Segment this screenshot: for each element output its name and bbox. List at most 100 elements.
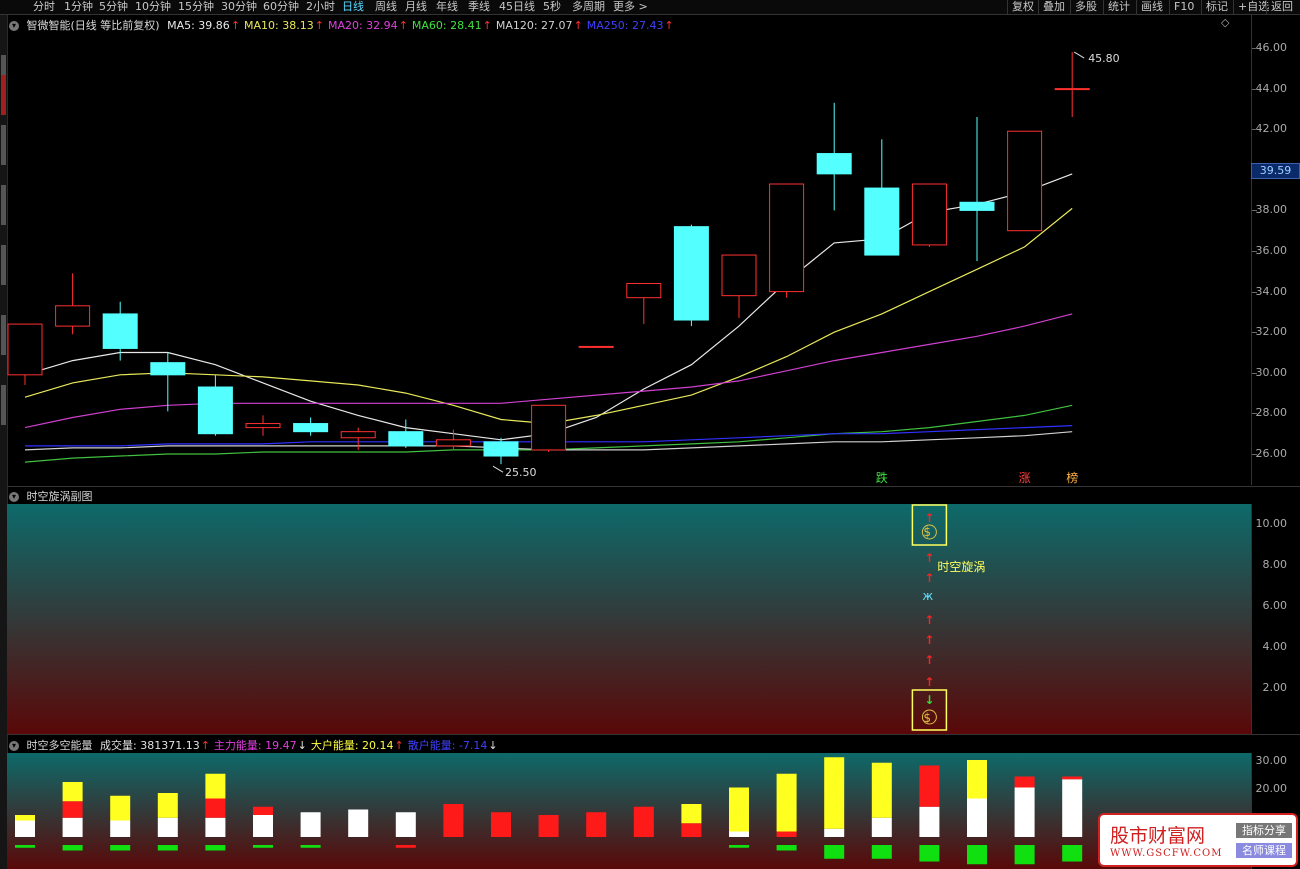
energy-bar-green: [824, 845, 845, 859]
tab-1[interactable]: 1分钟: [64, 0, 93, 14]
sub1-axis-label: 2.00: [1262, 681, 1288, 694]
tab-10[interactable]: 月线: [405, 0, 427, 14]
tab-3[interactable]: 10分钟: [135, 0, 171, 14]
energy-bar-green: [253, 845, 273, 848]
toolbar-right-1[interactable]: 叠加: [1038, 0, 1065, 14]
sub1-axis-label: 4.00: [1262, 640, 1288, 653]
chevron-down-icon[interactable]: ▾: [9, 741, 19, 751]
candle[interactable]: [959, 117, 995, 262]
toolbar-right-3[interactable]: 统计: [1103, 0, 1130, 14]
tab-14[interactable]: 5秒: [543, 0, 561, 14]
price-axis-label: 26.00: [1255, 447, 1288, 460]
energy-bar-white: [967, 798, 987, 837]
energy-bar-yellow: [681, 804, 702, 824]
candle[interactable]: [245, 415, 281, 436]
candle[interactable]: [340, 427, 376, 450]
toolbar-right-0[interactable]: 复权: [1007, 0, 1034, 14]
toolbar-right-6[interactable]: 标记: [1201, 0, 1228, 14]
energy-bar-green: [205, 845, 226, 851]
strip-tab[interactable]: [1, 185, 6, 225]
up-arrow-icon: ↑: [924, 551, 934, 565]
tab-7[interactable]: 2小时: [306, 0, 335, 14]
candle[interactable]: [197, 374, 233, 436]
energy-bar-green: [157, 845, 178, 851]
candle[interactable]: [864, 139, 900, 256]
toolbar-right-8[interactable]: 返回: [1266, 0, 1293, 14]
candle-body: [959, 201, 995, 211]
tab-13[interactable]: 45日线: [499, 0, 535, 14]
energy-bar-white: [253, 815, 273, 837]
energy-bar-yellow: [157, 793, 178, 818]
energy-bar-yellow: [15, 815, 35, 821]
tab-9[interactable]: 周线: [375, 0, 397, 14]
toolbar-right-2[interactable]: 多股: [1070, 0, 1097, 14]
candle[interactable]: [7, 323, 43, 385]
energy-bar-white: [110, 820, 131, 837]
tab-16[interactable]: 更多 >: [613, 0, 648, 14]
candle[interactable]: [531, 404, 567, 452]
candle-body: [55, 305, 91, 327]
energy-arrow-icon: ↑: [394, 739, 404, 752]
tab-0[interactable]: 分时: [33, 0, 55, 14]
candle[interactable]: [721, 254, 757, 318]
axis-tick: [1252, 372, 1257, 374]
candle[interactable]: [673, 224, 709, 327]
candle-body: [626, 282, 662, 299]
energy-bar-red: [253, 806, 273, 815]
candle-body: [340, 431, 376, 439]
energy-bar: [1014, 776, 1035, 865]
strip-tab[interactable]: [1, 315, 6, 355]
tab-2[interactable]: 5分钟: [99, 0, 128, 14]
energy-bar-white: [157, 817, 178, 837]
diamond-icon[interactable]: ◇: [1221, 16, 1229, 29]
sub1-axis-label: 6.00: [1262, 599, 1288, 612]
chevron-down-icon[interactable]: ▾: [9, 492, 19, 502]
tab-8[interactable]: 日线: [342, 0, 364, 14]
sub1-header: ▾ 时空旋涡副图: [9, 488, 97, 504]
candle[interactable]: [388, 419, 424, 448]
candle[interactable]: [293, 417, 329, 436]
candlestick-chart[interactable]: 45.80 25.50 跌 涨 榜: [7, 30, 1251, 486]
strip-tab[interactable]: [1, 55, 6, 75]
strip-tab[interactable]: [1, 245, 6, 285]
energy-bar-green: [919, 845, 940, 862]
energy-bar-yellow: [110, 795, 131, 821]
toolbar-right-7[interactable]: +自选: [1233, 0, 1269, 14]
candle[interactable]: [769, 183, 805, 298]
strip-tab[interactable]: [1, 385, 6, 425]
candle[interactable]: [102, 301, 138, 361]
vortex-indicator-chart[interactable]: $$↑↑↑↑↑↑↑↓ж时空旋涡: [7, 504, 1251, 734]
watermark-url: WWW.GSCFW.COM: [1110, 848, 1223, 859]
toolbar-right-4[interactable]: 画线: [1136, 0, 1163, 14]
energy-bar: [633, 806, 654, 837]
candle[interactable]: [483, 437, 519, 465]
axis-tick: [1252, 413, 1257, 415]
energy-legend-2: 大户能量: 20.14: [310, 739, 394, 752]
candle[interactable]: [150, 352, 186, 412]
candle-body: [7, 323, 43, 376]
axis-tick: [1252, 129, 1257, 131]
tab-5[interactable]: 30分钟: [221, 0, 257, 14]
energy-bar: [348, 809, 369, 837]
up-arrow-icon: ↑: [924, 511, 934, 525]
tab-11[interactable]: 年线: [436, 0, 458, 14]
candle[interactable]: [626, 282, 662, 325]
tab-4[interactable]: 15分钟: [178, 0, 214, 14]
tab-15[interactable]: 多周期: [572, 0, 605, 14]
candle-body: [483, 441, 519, 457]
tab-6[interactable]: 60分钟: [263, 0, 299, 14]
candle[interactable]: [816, 102, 852, 211]
strip-tab-active[interactable]: [1, 75, 6, 115]
candle[interactable]: [578, 345, 614, 348]
energy-bar: [491, 812, 511, 837]
toolbar-right-5[interactable]: F10: [1169, 0, 1194, 14]
energy-bar-white: [205, 817, 226, 837]
signal-label: 跌: [876, 470, 888, 485]
candle[interactable]: [55, 273, 91, 335]
candle[interactable]: [1054, 52, 1090, 118]
candle[interactable]: [911, 183, 947, 247]
strip-tab[interactable]: [1, 125, 6, 165]
candle[interactable]: [1007, 130, 1043, 232]
energy-bar-chart[interactable]: [7, 753, 1251, 869]
tab-12[interactable]: 季线: [468, 0, 490, 14]
